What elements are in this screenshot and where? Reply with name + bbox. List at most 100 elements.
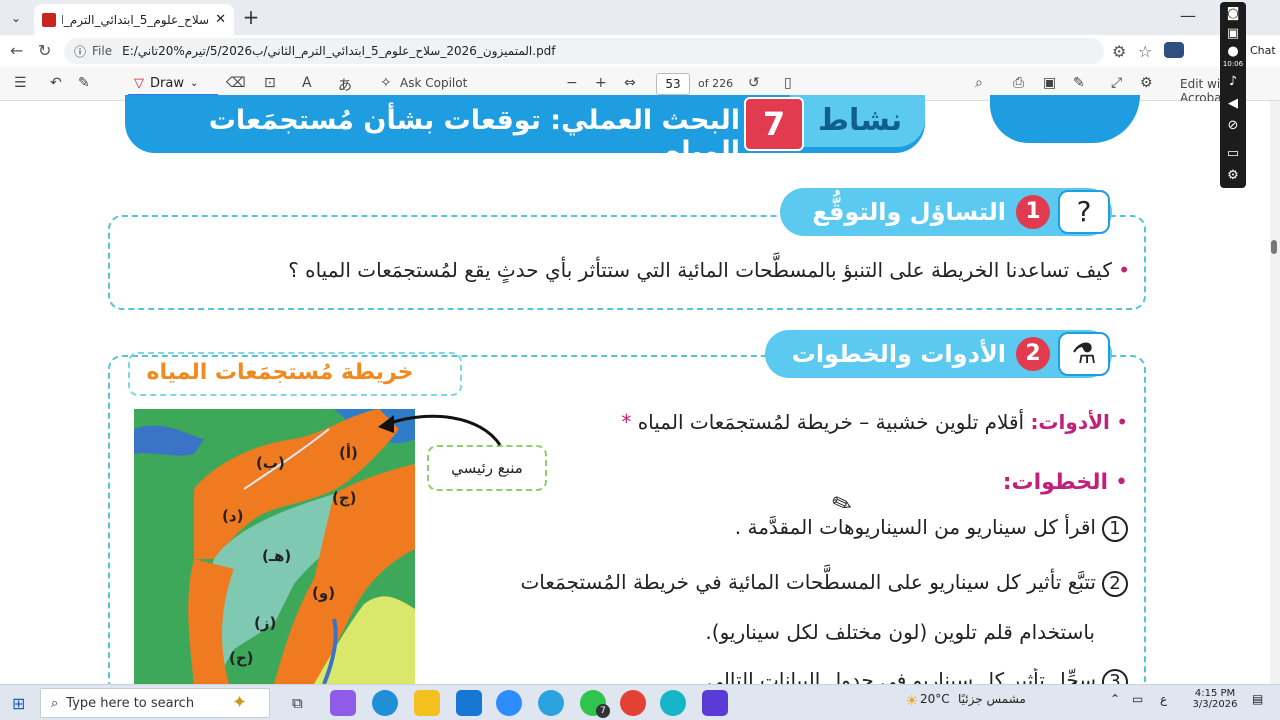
refresh-icon[interactable]: ↻ <box>38 41 51 60</box>
section1-header: التساؤل والتوقُّع 1 ? <box>780 188 1112 236</box>
step-3: 3 سجِّل تأثير كل سيناريو في جدول البيانات… <box>560 668 1128 684</box>
favorites-icon[interactable]: ☆ <box>1138 42 1152 61</box>
zoom-out-icon[interactable]: − <box>566 75 578 91</box>
translate-icon[interactable]: あ <box>338 75 352 95</box>
record-icon[interactable]: ● <box>1225 44 1241 60</box>
profile-avatar[interactable] <box>1164 42 1184 58</box>
section2-header: الأدوات والخطوات 2 ⚗ <box>765 330 1112 378</box>
rotate-icon[interactable]: ↺ <box>748 75 760 91</box>
windows-start-icon[interactable]: ⊞ <box>12 694 25 713</box>
chat-button[interactable]: Chat <box>1250 44 1276 57</box>
weather-text[interactable]: مشمس جزئيًا <box>958 692 1026 706</box>
section1-title: التساؤل والتوقُّع <box>812 198 1006 226</box>
notifications-icon[interactable]: ▤ <box>1252 692 1263 706</box>
telegram-icon[interactable] <box>538 690 564 716</box>
map-label-jim: (ج) <box>332 489 357 507</box>
tools-label: الأدوات: <box>1030 410 1110 434</box>
read-aloud-icon[interactable]: A <box>302 75 312 91</box>
activity-number: 7 <box>744 97 804 151</box>
file-label: File <box>92 44 113 58</box>
page-number-input[interactable]: 53 <box>656 73 690 95</box>
tab-title: سلاح_علوم_5_ابتدائي_الترم_الثاني_6* <box>62 12 210 27</box>
screenshot-icon[interactable]: ▣ <box>1225 26 1241 42</box>
copilot-app-icon[interactable] <box>330 690 356 716</box>
ask-copilot-button[interactable]: Ask Copilot <box>400 76 467 90</box>
search-icon[interactable]: ⌕ <box>975 75 983 91</box>
clock[interactable]: 4:15 PM 3/3/2026 <box>1190 688 1240 710</box>
section2-number: 2 <box>1016 337 1050 371</box>
source-arrow <box>378 414 502 446</box>
copilot-icon[interactable]: ✧ <box>380 75 392 91</box>
microscope-icon: ⚗ <box>1058 332 1110 376</box>
camera-icon[interactable]: ◙ <box>1225 6 1241 22</box>
file-explorer-icon[interactable] <box>414 690 440 716</box>
window-icon[interactable]: ▭ <box>1225 146 1241 162</box>
browser-tab[interactable]: سلاح_علوم_5_ابتدائي_الترم_الثاني_6* ✕ <box>34 4 234 35</box>
map-label-alef: (أ) <box>339 444 358 462</box>
chevron-down-icon[interactable]: ⌄ <box>190 78 198 89</box>
webcam-off-icon[interactable]: ⊘ <box>1225 118 1241 134</box>
vertical-scrollbar[interactable] <box>1270 101 1280 684</box>
print-icon[interactable]: ⎙ <box>1013 75 1024 91</box>
settings-icon[interactable]: ⚙ <box>1140 75 1153 91</box>
step-1-number: 1 <box>1102 516 1128 542</box>
chrome-icon[interactable] <box>620 690 646 716</box>
save-icon[interactable]: ▣ <box>1043 75 1056 91</box>
step-3-text: سجِّل تأثير كل سيناريو في جدول البيانات … <box>700 668 1096 684</box>
page-total: of 226 <box>698 77 734 90</box>
save-as-icon[interactable]: ✎ <box>1073 75 1085 91</box>
extensions-icon[interactable]: ⚙ <box>1112 42 1126 61</box>
step-3-number: 3 <box>1102 669 1128 684</box>
speaker-icon[interactable]: ◀ <box>1225 96 1241 112</box>
minimize-icon[interactable]: — <box>1180 6 1196 25</box>
contents-icon[interactable]: ☰ <box>14 75 27 91</box>
text-icon[interactable]: ⊡ <box>264 75 276 91</box>
undo-icon[interactable]: ↶ <box>50 75 62 91</box>
erase-icon[interactable]: ⌫ <box>226 75 246 91</box>
section2-title: الأدوات والخطوات <box>791 340 1006 368</box>
page-view-icon[interactable]: ▯ <box>784 75 792 91</box>
weather-temp[interactable]: 20°C <box>920 692 950 706</box>
zoom-app-icon[interactable] <box>496 690 522 716</box>
edge-app-icon[interactable] <box>372 690 398 716</box>
task-view-icon[interactable]: ⧉ <box>292 694 303 712</box>
zoom-in-icon[interactable]: + <box>595 75 607 91</box>
weather-icon: ☀ <box>905 692 919 710</box>
asterisk-icon: * <box>621 410 632 434</box>
activity-label: نشاط <box>817 103 903 138</box>
info-icon: ⓘ <box>74 44 87 59</box>
step-1: 1اقرأ كل سيناريو من السيناريوهات المقدَّ… <box>600 515 1128 542</box>
app-icon[interactable] <box>702 690 728 716</box>
gear-icon[interactable]: ⚙ <box>1225 168 1241 184</box>
scrollbar-thumb[interactable] <box>1271 240 1277 254</box>
draw-button[interactable]: ▽ Draw ⌄ <box>128 72 218 96</box>
clock-time: 4:15 PM <box>1194 688 1236 699</box>
step-2-continued: باستخدام قلم تلوين (لون مختلف لكل سيناري… <box>705 620 1095 644</box>
fullscreen-icon[interactable]: ⤢ <box>1111 75 1122 91</box>
canva-icon[interactable] <box>660 690 686 716</box>
fit-page-icon[interactable]: ⇔ <box>624 75 636 91</box>
section1-number: 1 <box>1016 195 1050 229</box>
sparkle-icon: ✦ <box>232 692 248 713</box>
bullet-icon: • <box>1118 258 1130 282</box>
map-label-ha: (هـ) <box>262 547 292 565</box>
new-tab-button[interactable]: + <box>240 6 262 28</box>
microphone-icon[interactable]: ♪ <box>1225 74 1241 90</box>
show-hidden-icons[interactable]: ⌃ <box>1110 692 1120 706</box>
clock-date: 3/3/2026 <box>1192 699 1238 710</box>
steps-label: الخطوات: <box>1002 470 1109 495</box>
steps-line: • الخطوات: <box>1002 470 1128 495</box>
highlight-icon[interactable]: ✎ <box>78 75 90 91</box>
language-indicator[interactable]: ع <box>1160 692 1167 706</box>
tools-line: • الأدوات: أقلام تلوين خشبية – خريطة لمُ… <box>621 410 1128 434</box>
tab-actions-chevron-icon[interactable]: ⌄ <box>6 8 26 28</box>
question-icon: ? <box>1058 190 1110 234</box>
map-label-ba: (ب) <box>256 454 285 472</box>
network-icon[interactable]: ▭ <box>1132 692 1143 706</box>
recorder-time: 10:06 <box>1222 60 1244 68</box>
back-icon[interactable]: ← <box>10 41 23 60</box>
outlook-icon[interactable] <box>456 690 482 716</box>
tools-text: أقلام تلوين خشبية – خريطة لمُستجمَعات ال… <box>637 410 1025 434</box>
address-bar[interactable]: ⓘ File E:/المتميزون_2026_سلاح_علوم_5_ابت… <box>64 38 1104 64</box>
close-tab-icon[interactable]: ✕ <box>215 12 226 27</box>
